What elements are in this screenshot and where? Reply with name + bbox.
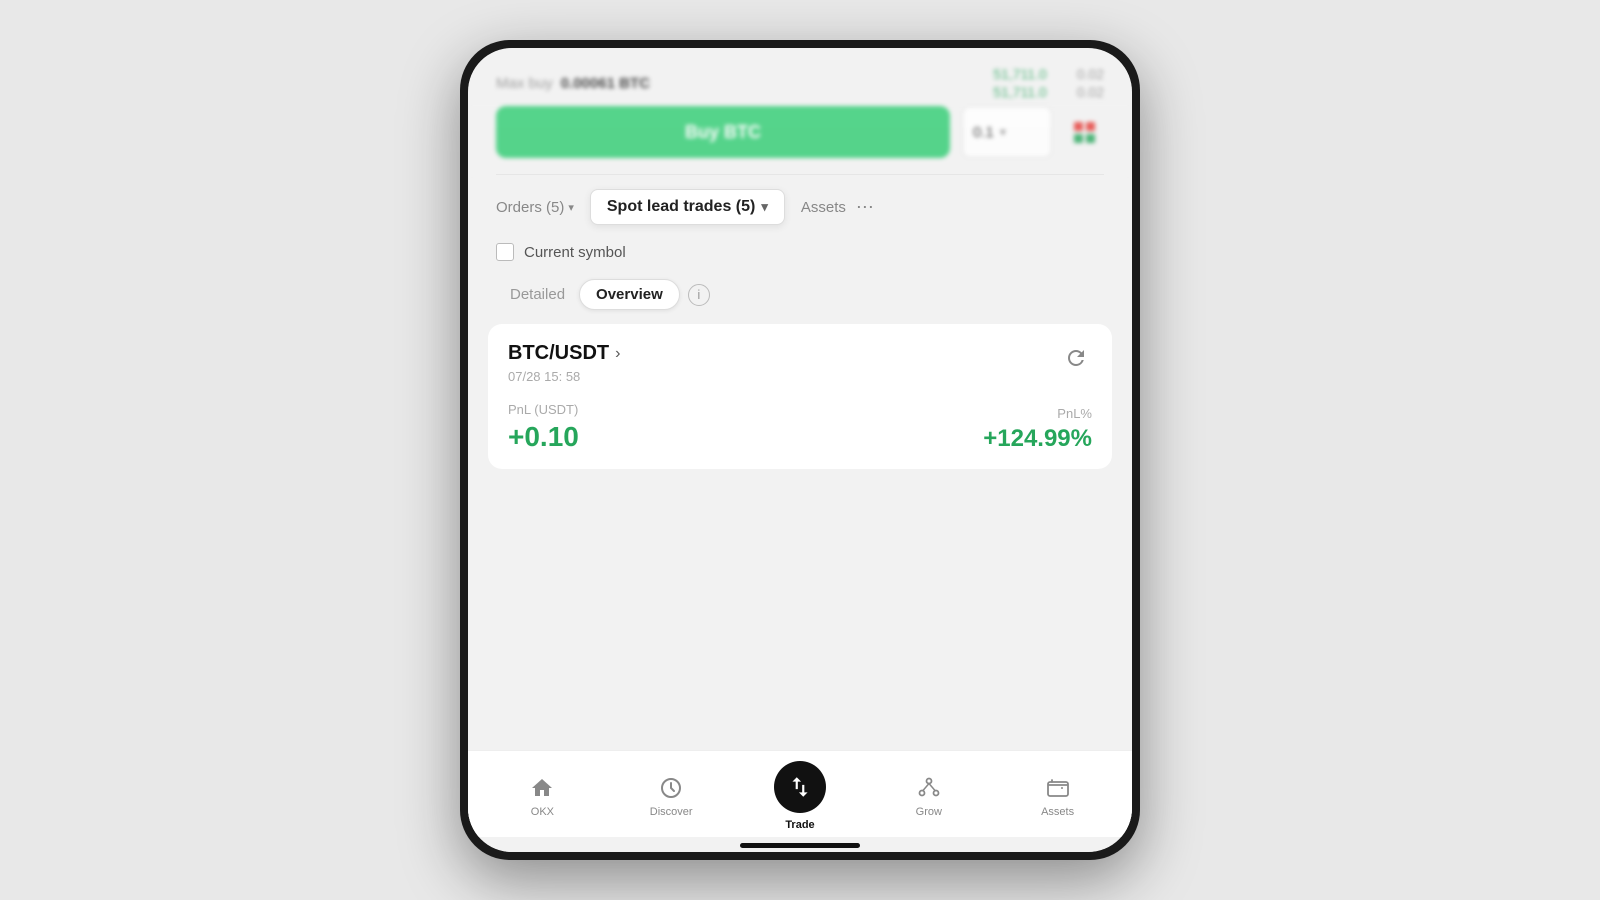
nav-discover-label: Discover: [650, 806, 693, 818]
price-row2-price: 51,711.0: [993, 84, 1046, 100]
pair-info: BTC/USDT › 07/28 15: 58: [508, 342, 620, 384]
pair-name: BTC/USDT: [508, 342, 609, 365]
home-indicator-bar: [740, 843, 860, 848]
tab-spot-lead-trades[interactable]: Spot lead trades (5) ▾: [590, 189, 785, 225]
pnl-usdt-col: PnL (USDT) +0.10: [508, 402, 579, 453]
main-content: Orders (5) ▾ Spot lead trades (5) ▾ Asse…: [468, 175, 1132, 852]
pair-date: 07/28 15: 58: [508, 369, 620, 384]
pnl-pct-label: PnL%: [1057, 406, 1092, 421]
home-icon: [528, 774, 556, 802]
nav-item-discover[interactable]: Discover: [607, 774, 736, 818]
tabs-row: Orders (5) ▾ Spot lead trades (5) ▾ Asse…: [468, 175, 1132, 235]
view-toggle-row: Detailed Overview i: [468, 275, 1132, 324]
current-symbol-row: Current symbol: [468, 235, 1132, 275]
current-symbol-checkbox[interactable]: [496, 243, 514, 261]
nav-trade-label: Trade: [785, 819, 814, 831]
qty-dropdown-arrow: ▾: [1000, 125, 1006, 139]
buy-area: Buy BTC 0.1 ▾: [468, 106, 1132, 174]
grid-view-icon[interactable]: [1064, 112, 1104, 152]
qty-selector[interactable]: 0.1 ▾: [962, 106, 1052, 158]
nav-item-okx[interactable]: OKX: [478, 774, 607, 818]
nav-grow-label: Grow: [916, 806, 942, 818]
price-row1-price: 51,711.0: [993, 66, 1046, 82]
nav-assets-label: Assets: [1041, 806, 1074, 818]
price-row1-qty: 0.02: [1077, 66, 1104, 82]
pnl-pct-col: PnL% +124.99%: [983, 406, 1092, 453]
info-icon[interactable]: i: [688, 284, 710, 306]
bottom-nav: OKX Discover: [468, 750, 1132, 837]
phone-screen: Max buy 0.00061 BTC 51,711.0 0.02 51,711…: [468, 48, 1132, 852]
grow-icon: [915, 774, 943, 802]
pnl-pct-value: +124.99%: [983, 425, 1092, 453]
discover-icon: [657, 774, 685, 802]
current-symbol-label: Current symbol: [524, 244, 626, 261]
spacer: [468, 469, 1132, 750]
refresh-icon[interactable]: [1060, 342, 1092, 374]
price-row2-qty: 0.02: [1077, 84, 1104, 100]
trade-center-button[interactable]: [774, 761, 826, 813]
buy-btc-button[interactable]: Buy BTC: [496, 106, 950, 158]
detailed-view-button[interactable]: Detailed: [496, 280, 579, 309]
overview-view-button[interactable]: Overview: [579, 279, 680, 310]
top-blurred-area: Max buy 0.00061 BTC 51,711.0 0.02 51,711…: [468, 48, 1132, 106]
nav-item-trade[interactable]: Trade: [736, 761, 865, 831]
orders-dropdown-arrow: ▾: [568, 201, 574, 214]
max-buy-value: 0.00061 BTC: [561, 75, 650, 92]
pnl-row: PnL (USDT) +0.10 PnL% +124.99%: [508, 402, 1092, 453]
trade-card: BTC/USDT › 07/28 15: 58 PnL (USD: [488, 324, 1112, 469]
assets-icon: [1044, 774, 1072, 802]
max-buy-label: Max buy: [496, 75, 553, 92]
nav-okx-label: OKX: [531, 806, 554, 818]
nav-item-grow[interactable]: Grow: [864, 774, 993, 818]
pair-chevron-icon[interactable]: ›: [615, 345, 620, 363]
pnl-usdt-value: +0.10: [508, 421, 579, 453]
spot-lead-dropdown-arrow: ▾: [761, 199, 768, 215]
tab-orders[interactable]: Orders (5) ▾: [496, 199, 574, 216]
nav-item-assets[interactable]: Assets: [993, 774, 1122, 818]
tab-more-button[interactable]: ⋯: [856, 197, 874, 218]
phone-device: Max buy 0.00061 BTC 51,711.0 0.02 51,711…: [460, 40, 1140, 860]
tab-assets[interactable]: Assets: [801, 199, 846, 216]
qty-value: 0.1: [973, 124, 994, 141]
pnl-usdt-label: PnL (USDT): [508, 402, 579, 417]
